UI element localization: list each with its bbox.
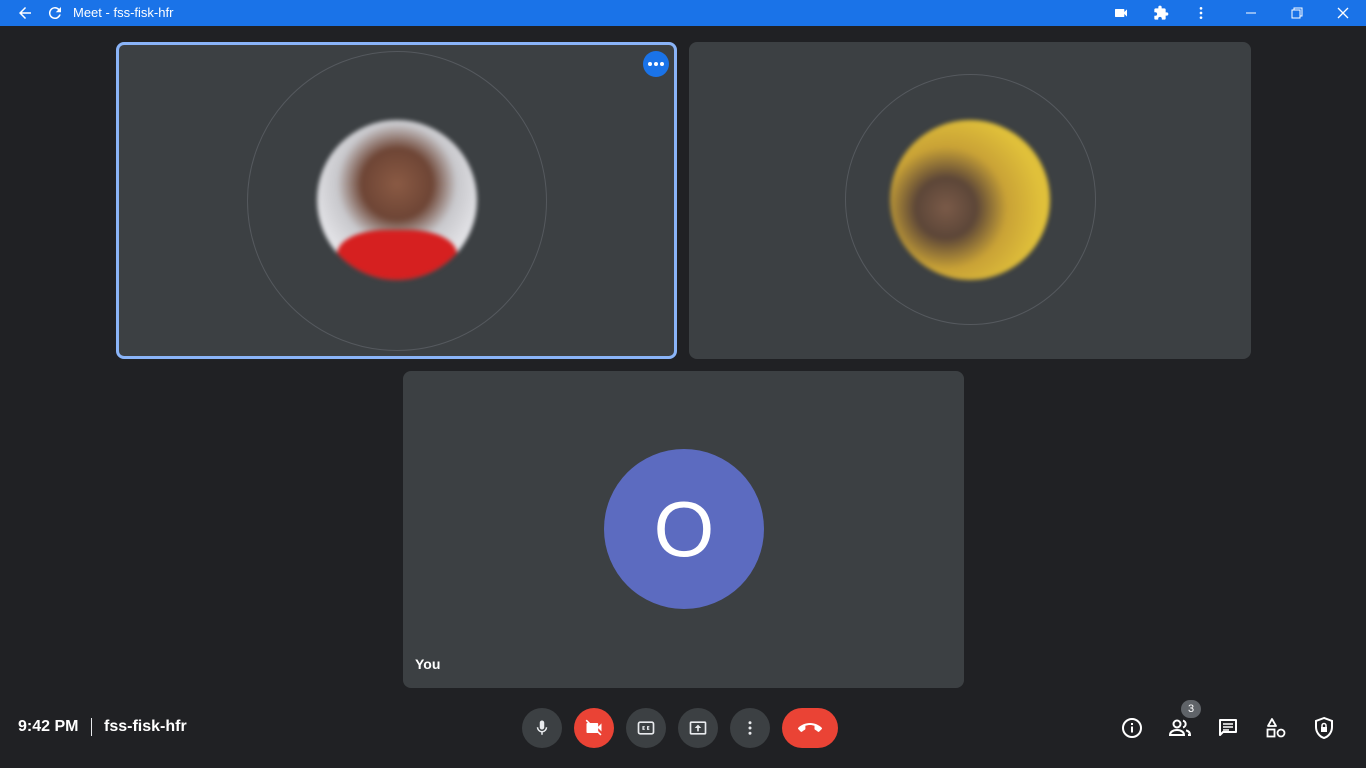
extensions-icon[interactable]: [1148, 0, 1174, 26]
window-title: Meet - fss-fisk-hfr: [73, 5, 174, 20]
more-vert-icon: [748, 721, 752, 735]
participant-tile-1[interactable]: [116, 42, 677, 359]
dot: [648, 62, 652, 66]
call-end-icon: [798, 723, 822, 732]
host-controls-button[interactable]: [1309, 713, 1339, 743]
activities-icon: [1266, 718, 1286, 738]
self-avatar: O: [604, 449, 764, 609]
participant-tile-2[interactable]: [689, 42, 1251, 359]
self-initial: O: [653, 484, 715, 573]
meeting-details-button[interactable]: [1117, 713, 1147, 743]
participant-count-badge: 3: [1181, 700, 1201, 718]
camera-off-button[interactable]: [574, 708, 614, 748]
divider: [91, 718, 92, 736]
closed-caption-icon: [637, 721, 655, 735]
more-vert-icon[interactable]: [1188, 0, 1214, 26]
chat-icon: [1219, 719, 1237, 736]
title-bar: Meet - fss-fisk-hfr: [0, 0, 1366, 26]
self-tile[interactable]: O You: [403, 371, 964, 688]
minimize-icon[interactable]: [1238, 0, 1264, 26]
videocam-off-icon: [585, 719, 602, 736]
participant-avatar-2: [890, 120, 1050, 280]
captions-button[interactable]: [626, 708, 666, 748]
chat-button[interactable]: [1213, 713, 1243, 743]
people-icon: [1168, 719, 1192, 736]
info-icon: [1122, 718, 1142, 738]
dot: [654, 62, 658, 66]
more-options-button[interactable]: [730, 708, 770, 748]
shield-lock-icon: [1315, 716, 1333, 740]
self-name-label: You: [415, 656, 441, 672]
activities-button[interactable]: [1261, 713, 1291, 743]
reload-icon[interactable]: [42, 0, 68, 26]
camera-icon[interactable]: [1108, 0, 1134, 26]
present-screen-button[interactable]: [678, 708, 718, 748]
close-icon[interactable]: [1330, 0, 1356, 26]
mic-icon: [536, 720, 548, 735]
microphone-button[interactable]: [522, 708, 562, 748]
dot: [660, 62, 664, 66]
leave-call-button[interactable]: [782, 708, 838, 748]
back-arrow-icon[interactable]: [12, 0, 38, 26]
restore-icon[interactable]: [1284, 0, 1310, 26]
participant-avatar-1: [317, 120, 477, 280]
present-to-all-icon: [689, 721, 707, 735]
meeting-code: fss-fisk-hfr: [104, 718, 187, 735]
avatar-shirt: [337, 230, 457, 280]
clock-time: 9:42 PM: [18, 718, 79, 735]
tile-more-options-button[interactable]: [643, 51, 669, 77]
